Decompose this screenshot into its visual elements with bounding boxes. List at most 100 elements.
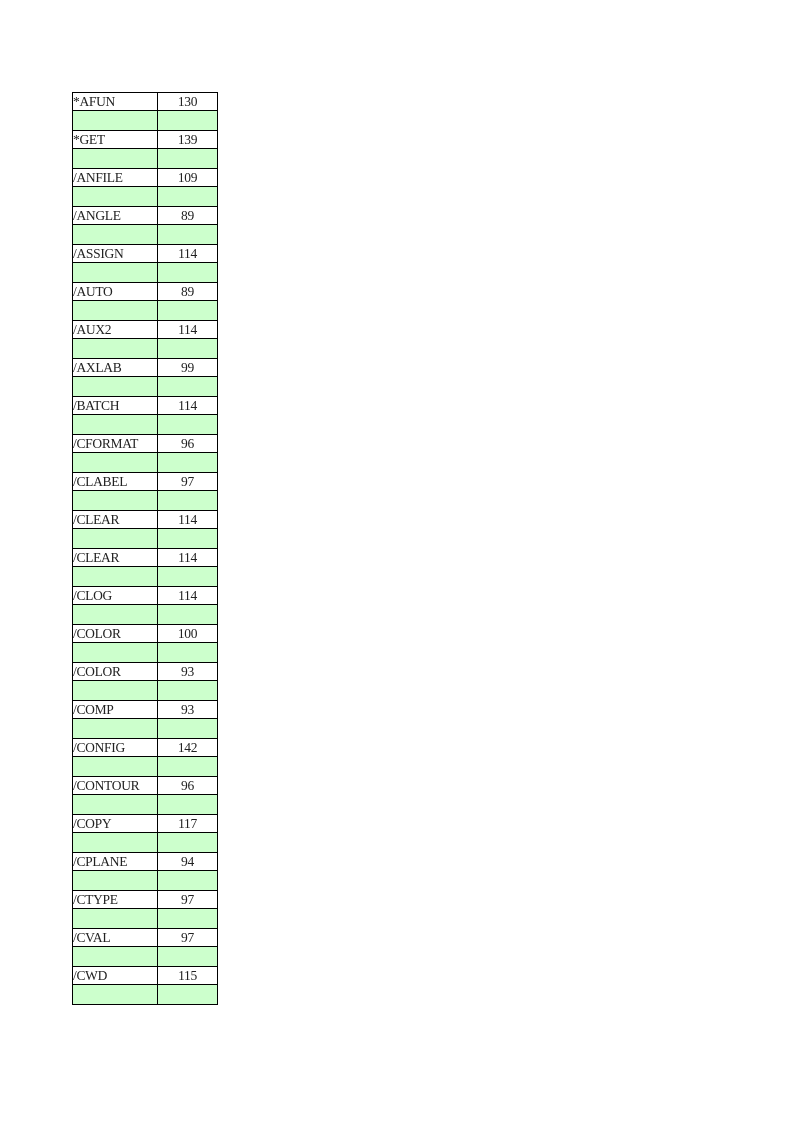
- spacer-cell: [157, 566, 218, 587]
- table-spacer-row: [72, 566, 218, 587]
- command-name-cell: /COMP: [72, 700, 158, 719]
- spacer-cell: [157, 110, 218, 131]
- spacer-cell: [72, 300, 158, 321]
- spacer-cell: [72, 110, 158, 131]
- table-row: /CONTOUR 96: [72, 776, 218, 795]
- command-page-cell: 94: [157, 852, 218, 871]
- command-table: *AFUN 130 *GET 139/ANFILE 109/ANGLE 89/ASSIGN…: [72, 92, 218, 1005]
- table-row: /BATCH 114: [72, 396, 218, 415]
- spacer-cell: [72, 946, 158, 967]
- command-name-cell: /COLOR: [72, 624, 158, 643]
- command-page-cell: 114: [157, 320, 218, 339]
- command-page-cell: 96: [157, 776, 218, 795]
- command-page-cell: 115: [157, 966, 218, 985]
- table-row: /AUTO 89: [72, 282, 218, 301]
- table-row: /AUX2 114: [72, 320, 218, 339]
- table-row: /AXLAB 99: [72, 358, 218, 377]
- spacer-cell: [72, 680, 158, 701]
- table-spacer-row: [72, 756, 218, 777]
- table-row: /COLOR 100: [72, 624, 218, 643]
- table-row: /CVAL 97: [72, 928, 218, 947]
- spacer-cell: [72, 870, 158, 891]
- command-page-cell: 89: [157, 206, 218, 225]
- spacer-cell: [72, 224, 158, 245]
- spacer-cell: [72, 186, 158, 207]
- command-name-cell: /CVAL: [72, 928, 158, 947]
- command-name-cell: /COPY: [72, 814, 158, 833]
- spacer-cell: [157, 756, 218, 777]
- table-row: /CLEAR 114: [72, 510, 218, 529]
- command-name-cell: /CONTOUR: [72, 776, 158, 795]
- table-row: /CLEAR 114: [72, 548, 218, 567]
- command-page-cell: 97: [157, 890, 218, 909]
- command-name-cell: /ANFILE: [72, 168, 158, 187]
- command-name-cell: /CLEAR: [72, 510, 158, 529]
- spacer-cell: [157, 186, 218, 207]
- command-name-cell: /CLABEL: [72, 472, 158, 491]
- table-row: /COLOR 93: [72, 662, 218, 681]
- spacer-cell: [72, 832, 158, 853]
- table-spacer-row: [72, 490, 218, 511]
- table-spacer-row: [72, 680, 218, 701]
- table-spacer-row: [72, 110, 218, 131]
- spacer-cell: [157, 300, 218, 321]
- command-page-cell: 99: [157, 358, 218, 377]
- spacer-cell: [157, 908, 218, 929]
- table-spacer-row: [72, 376, 218, 397]
- command-page-cell: 114: [157, 396, 218, 415]
- spacer-cell: [157, 338, 218, 359]
- table-spacer-row: [72, 718, 218, 739]
- table-row: /CTYPE 97: [72, 890, 218, 909]
- command-name-cell: /AUX2: [72, 320, 158, 339]
- command-name-cell: /AXLAB: [72, 358, 158, 377]
- command-page-cell: 142: [157, 738, 218, 757]
- table-row: *AFUN 130: [72, 92, 218, 111]
- spacer-cell: [157, 870, 218, 891]
- spacer-cell: [157, 680, 218, 701]
- spacer-cell: [72, 490, 158, 511]
- spacer-cell: [72, 528, 158, 549]
- spacer-cell: [157, 224, 218, 245]
- spacer-cell: [72, 414, 158, 435]
- table-row: /CFORMAT 96: [72, 434, 218, 453]
- spacer-cell: [72, 718, 158, 739]
- spacer-cell: [157, 984, 218, 1005]
- table-spacer-row: [72, 832, 218, 853]
- table-spacer-row: [72, 908, 218, 929]
- command-name-cell: /CONFIG: [72, 738, 158, 757]
- table-spacer-row: [72, 148, 218, 169]
- command-name-cell: *GET: [72, 130, 158, 149]
- table-spacer-row: [72, 604, 218, 625]
- table-spacer-row: [72, 186, 218, 207]
- table-row: /ASSIGN 114: [72, 244, 218, 263]
- table-spacer-row: [72, 528, 218, 549]
- table-spacer-row: [72, 984, 218, 1005]
- command-name-cell: /CTYPE: [72, 890, 158, 909]
- table-row: *GET 139: [72, 130, 218, 149]
- command-page-cell: 100: [157, 624, 218, 643]
- table-spacer-row: [72, 870, 218, 891]
- table-spacer-row: [72, 452, 218, 473]
- command-page-cell: 97: [157, 472, 218, 491]
- command-table-container: *AFUN 130 *GET 139/ANFILE 109/ANGLE 89/ASSIGN…: [72, 92, 218, 1005]
- table-row: /CPLANE 94: [72, 852, 218, 871]
- command-name-cell: /CPLANE: [72, 852, 158, 871]
- command-page-cell: 130: [157, 92, 218, 111]
- table-row: /CLABEL 97: [72, 472, 218, 491]
- spacer-cell: [72, 452, 158, 473]
- spacer-cell: [72, 756, 158, 777]
- command-page-cell: 114: [157, 586, 218, 605]
- spacer-cell: [72, 338, 158, 359]
- spacer-cell: [72, 376, 158, 397]
- command-page-cell: 139: [157, 130, 218, 149]
- command-page-cell: 114: [157, 548, 218, 567]
- command-page-cell: 117: [157, 814, 218, 833]
- spacer-cell: [72, 908, 158, 929]
- table-spacer-row: [72, 946, 218, 967]
- table-spacer-row: [72, 414, 218, 435]
- spacer-cell: [157, 642, 218, 663]
- spacer-cell: [72, 262, 158, 283]
- command-name-cell: /ANGLE: [72, 206, 158, 225]
- command-page-cell: 93: [157, 662, 218, 681]
- table-row: /ANGLE 89: [72, 206, 218, 225]
